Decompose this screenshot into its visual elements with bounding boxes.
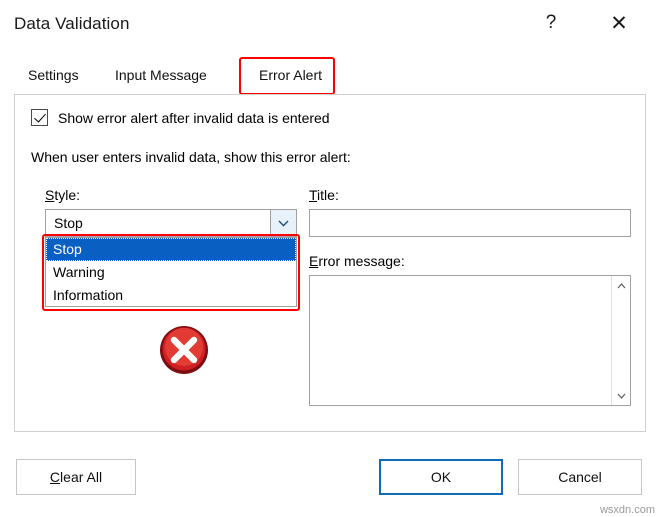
error-message-scrollbar[interactable] [611,276,630,405]
style-label: Style: [45,187,81,203]
show-error-alert-label: Show error alert after invalid data is e… [58,109,330,126]
clear-all-label: Clear All [49,469,103,485]
dropdown-option-stop[interactable]: Stop [46,238,296,261]
ok-button[interactable]: OK [379,459,503,495]
scroll-down-icon[interactable] [612,386,631,405]
error-alert-prompt: When user enters invalid data, show this… [31,149,351,165]
chevron-down-icon[interactable] [270,210,296,236]
watermark: wsxdn.com [599,504,655,516]
page-title: Data Validation [14,14,130,33]
title-input[interactable] [309,209,631,237]
style-combobox[interactable]: Stop [45,209,297,237]
close-icon[interactable]: ✕ [596,0,642,46]
error-message-textarea[interactable] [309,275,631,406]
cancel-button[interactable]: Cancel [518,459,642,495]
error-message-label: Error message: [309,253,405,269]
stop-error-icon [157,323,211,377]
clear-all-button[interactable]: Clear All [16,459,136,495]
style-dropdown-list[interactable]: Stop Warning Information [45,237,297,307]
style-combobox-value: Stop [54,215,83,231]
title-label: Title: [309,187,339,203]
title-bar: Data Validation ? ✕ [0,0,659,48]
data-validation-dialog: Data Validation ? ✕ Settings Input Messa… [0,0,659,517]
tab-input-message[interactable]: Input Message [115,60,207,90]
show-error-alert-checkbox[interactable] [31,109,48,126]
dropdown-option-warning[interactable]: Warning [46,261,296,284]
scroll-up-icon[interactable] [612,276,631,295]
show-error-alert-checkbox-row[interactable]: Show error alert after invalid data is e… [31,109,330,126]
tab-settings[interactable]: Settings [28,60,79,90]
help-icon[interactable]: ? [528,0,574,46]
ok-label: OK [430,469,452,485]
cancel-label: Cancel [558,469,602,485]
error-alert-panel: Show error alert after invalid data is e… [14,94,646,432]
tab-error-alert-highlight [239,57,335,95]
dropdown-option-information[interactable]: Information [46,284,296,307]
